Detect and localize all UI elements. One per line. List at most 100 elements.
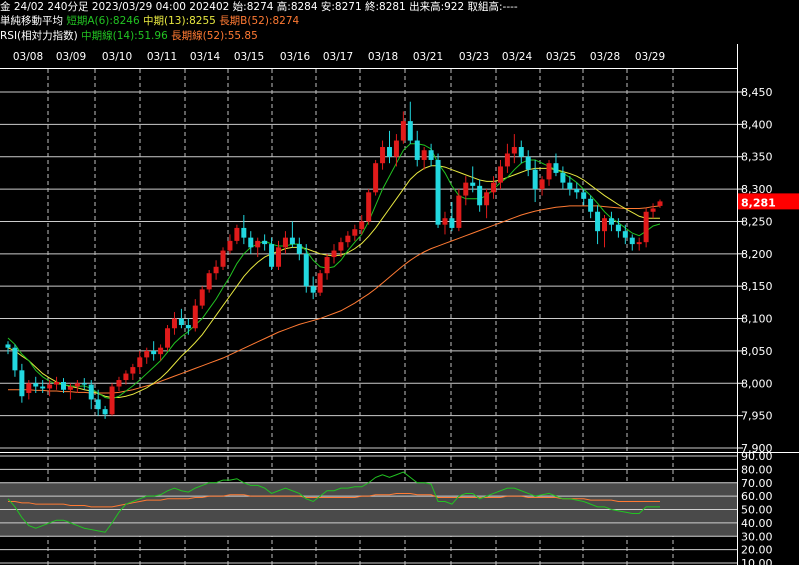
price-tick-label: 8,200 xyxy=(741,248,773,261)
candle-body xyxy=(435,159,441,225)
rsi-tick-label: 50.00 xyxy=(741,504,773,517)
rsi-tick-label: 60.00 xyxy=(741,490,773,503)
candle-body xyxy=(262,240,268,245)
date-label: 03/18 xyxy=(368,51,398,63)
candle-body xyxy=(428,150,434,160)
date-axis: 03/08 03/09 03/10 03/11 03/14 03/15 03/16 03/17… xyxy=(0,44,799,69)
candle-body xyxy=(567,182,573,190)
candle-body xyxy=(206,273,212,290)
candle-body xyxy=(400,121,406,141)
candles xyxy=(5,101,663,419)
candle-body xyxy=(213,266,219,274)
date-label: 03/28 xyxy=(590,51,620,63)
candle-body xyxy=(12,347,18,371)
date-label: 03/11 xyxy=(147,51,177,63)
candle-body xyxy=(158,347,164,355)
candle-body xyxy=(102,409,108,415)
candle-body xyxy=(74,383,80,387)
candle-body xyxy=(296,244,302,254)
candle-body xyxy=(393,140,399,157)
date-label: 03/17 xyxy=(323,51,353,63)
candle-body xyxy=(255,240,261,248)
candle-body xyxy=(248,237,254,248)
rsi-tick-label: 40.00 xyxy=(741,517,773,530)
candle-body xyxy=(407,121,413,141)
candle-body xyxy=(60,381,66,390)
candle-body xyxy=(511,147,517,154)
candle-body xyxy=(560,172,566,183)
candle-body xyxy=(241,227,247,238)
candle-body xyxy=(303,253,309,287)
candle-body xyxy=(484,192,490,206)
rsi-tick-label: 10.00 xyxy=(741,557,773,565)
candle-body xyxy=(324,257,330,274)
ma-long-line xyxy=(8,205,661,394)
candle-body xyxy=(636,242,642,245)
candle-body xyxy=(380,147,386,164)
price-tick-label: 8,250 xyxy=(741,215,773,228)
candle-body xyxy=(525,156,531,170)
candle-body xyxy=(574,189,580,193)
candlestick-chart[interactable]: 03/08 03/09 03/10 03/11 03/14 03/15 03/16 03/17… xyxy=(0,0,799,565)
date-label: 03/24 xyxy=(502,51,533,63)
candle-body xyxy=(33,383,39,387)
candle-body xyxy=(192,305,198,329)
candle-body xyxy=(199,289,205,306)
candle-body xyxy=(588,198,594,212)
candle-body xyxy=(276,247,282,267)
candle-body xyxy=(151,350,157,355)
candle-body xyxy=(456,195,462,228)
candle-body xyxy=(345,235,351,243)
candle-body xyxy=(518,147,524,157)
candle-body xyxy=(615,224,621,232)
candle-body xyxy=(317,273,323,293)
price-tick-label: 8,400 xyxy=(741,118,773,131)
candle-body xyxy=(553,163,559,173)
current-price-label: 8,281 xyxy=(741,196,776,209)
candle-body xyxy=(581,192,587,199)
candle-body xyxy=(352,229,358,236)
candle-body xyxy=(116,380,122,387)
date-label: 03/21 xyxy=(413,51,443,63)
candle-body xyxy=(650,208,656,212)
rsi-tick-label: 30.00 xyxy=(741,530,773,543)
candle-body xyxy=(643,211,649,243)
ma-mid-line xyxy=(7,165,660,399)
price-tick-label: 8,050 xyxy=(741,345,773,358)
candle-body xyxy=(269,244,275,267)
candle-body xyxy=(449,218,455,228)
candle-body xyxy=(137,357,143,368)
candle-body xyxy=(95,399,101,410)
candle-body xyxy=(234,227,240,241)
price-tick-label: 7,950 xyxy=(741,410,773,423)
candle-body xyxy=(477,185,483,206)
candle-body xyxy=(657,201,663,206)
candle-body xyxy=(546,163,552,180)
candle-body xyxy=(47,384,53,389)
date-label: 03/23 xyxy=(459,51,489,63)
candle-body xyxy=(88,384,94,400)
candle-body xyxy=(67,386,73,390)
candle-body xyxy=(40,386,46,389)
candle-body xyxy=(289,237,295,245)
price-tick-label: 8,150 xyxy=(741,280,773,293)
date-label: 03/16 xyxy=(280,51,311,63)
price-tick-label: 8,450 xyxy=(741,86,773,99)
candle-body xyxy=(470,182,476,186)
candle-body xyxy=(463,182,469,196)
date-label: 03/10 xyxy=(102,51,132,63)
candle-body xyxy=(497,166,503,183)
candle-body xyxy=(26,383,32,393)
candle-body xyxy=(491,182,497,193)
candle-body xyxy=(331,250,337,258)
candle-body xyxy=(130,367,136,374)
candle-body xyxy=(622,231,628,238)
date-label: 03/08 xyxy=(13,51,43,63)
candle-body xyxy=(373,163,379,193)
candle-body xyxy=(220,250,226,267)
candle-body xyxy=(602,218,608,232)
candle-body xyxy=(109,386,115,415)
candle-body xyxy=(178,318,184,326)
candle-body xyxy=(185,325,191,329)
rsi-tick-label: 70.00 xyxy=(741,477,773,490)
